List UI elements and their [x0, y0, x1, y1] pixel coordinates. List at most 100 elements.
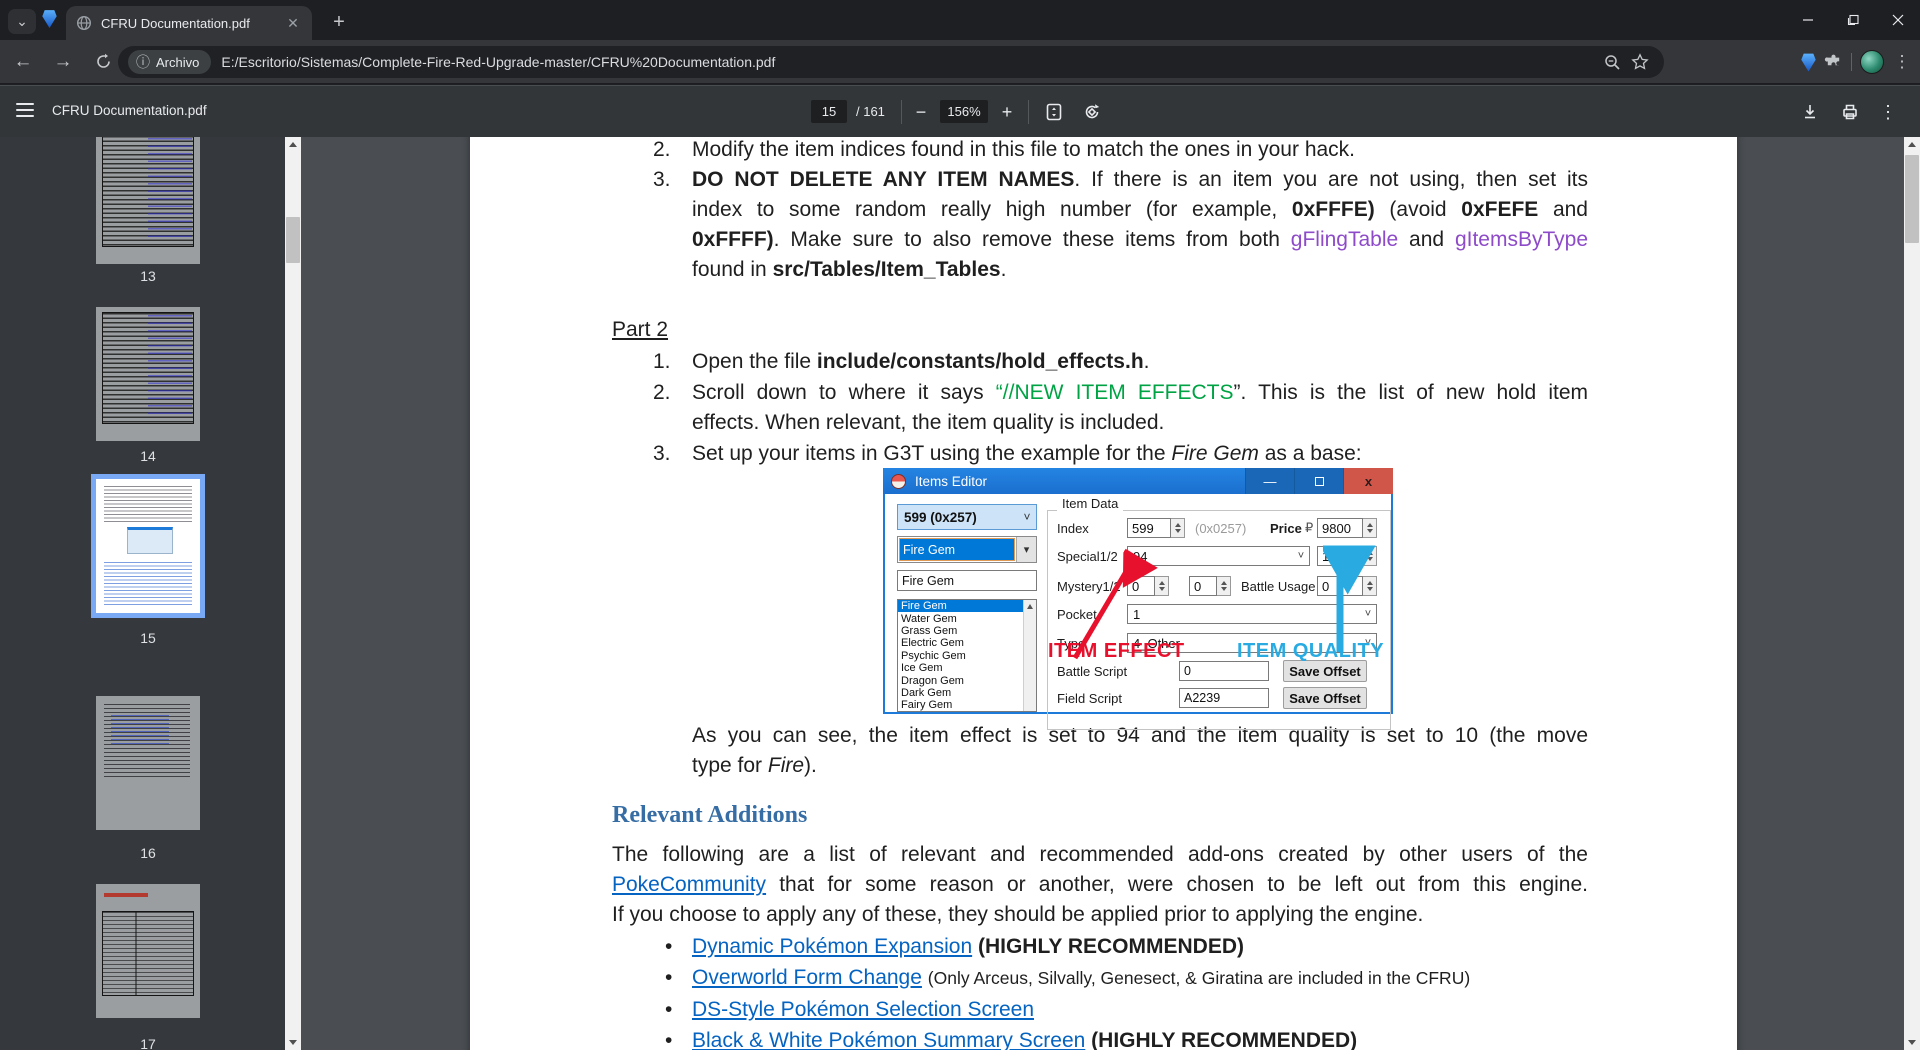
sidebar-scrollbar-thumb[interactable] — [286, 217, 300, 263]
tab-close-icon[interactable]: ✕ — [284, 14, 302, 32]
reload-button[interactable] — [86, 45, 120, 79]
page-thumbnail[interactable] — [96, 696, 200, 830]
chevron-down-icon: ˅ — [1293, 550, 1309, 562]
gem-list-item[interactable]: Ice Gem — [898, 662, 1023, 674]
doc-text: that for some reason or another, were ch… — [766, 873, 1588, 896]
pdf-page: 2.Modify the item indices found in this … — [470, 137, 1737, 1050]
gem-list-item[interactable]: Fairy Gem — [898, 699, 1023, 711]
mystery2-spinner[interactable]: 0 — [1189, 576, 1231, 596]
doc-line: 3. — [653, 440, 671, 467]
zoom-out-button[interactable]: − — [905, 96, 937, 128]
index-spinner[interactable]: 599 — [1127, 518, 1185, 538]
window-close-button[interactable] — [1875, 0, 1920, 40]
scroll-down-icon[interactable] — [285, 1035, 301, 1050]
spinner-arrows-icon[interactable] — [1217, 576, 1231, 596]
window-minimize-button[interactable] — [1785, 0, 1830, 40]
doc-link[interactable]: Overworld Form Change — [692, 966, 922, 989]
save-offset-button[interactable]: Save Offset — [1283, 660, 1367, 682]
page-thumbnail[interactable] — [96, 884, 200, 1018]
gem-list-item[interactable]: Water Gem — [898, 612, 1023, 624]
item-effect-annotation: ITEM EFFECT — [1048, 640, 1185, 663]
doc-line: Part 2 — [612, 316, 668, 343]
forward-button[interactable]: → — [46, 45, 80, 79]
spinner-arrows-icon[interactable] — [1363, 576, 1377, 596]
special-dropdown[interactable]: 94 ˅ — [1127, 546, 1310, 566]
doc-link[interactable]: DS-Style Pokémon Selection Screen — [692, 998, 1034, 1021]
pocket-dropdown[interactable]: 1 ˅ — [1127, 604, 1377, 624]
zoom-level-input[interactable]: 156% — [940, 100, 988, 123]
spinner-arrows-icon[interactable] — [1363, 518, 1377, 538]
url-bar[interactable]: ⓘ Archivo E:/Escritorio/Sistemas/Complet… — [118, 46, 1664, 78]
doc-link[interactable]: PokeCommunity — [612, 873, 766, 896]
gem-listbox[interactable]: Fire GemWater GemGrass GemElectric GemPs… — [897, 599, 1037, 712]
save-offset-button[interactable]: Save Offset — [1283, 687, 1367, 709]
mystery1-spinner[interactable]: 0 — [1127, 576, 1169, 596]
window-maximize-button[interactable] — [1830, 0, 1875, 40]
doc-line: Modify the item indices found in this fi… — [692, 137, 1588, 163]
extensions-puzzle-icon[interactable] — [1824, 50, 1843, 74]
print-icon[interactable] — [1834, 96, 1866, 128]
battle-script-field[interactable]: 0 — [1179, 661, 1269, 681]
gem-list-item[interactable]: Dark Gem — [898, 687, 1023, 699]
zoom-in-button[interactable]: + — [991, 96, 1023, 128]
new-tab-button[interactable]: + — [326, 9, 352, 35]
item-name-field[interactable]: Fire Gem — [897, 570, 1037, 591]
editor-minimize-button[interactable]: — — [1245, 468, 1294, 494]
price-spinner[interactable]: 9800 — [1317, 518, 1377, 538]
extension-pin-icon[interactable] — [1801, 53, 1816, 72]
doc-text: (avoid — [1375, 198, 1462, 221]
page-thumbnail[interactable] — [96, 137, 200, 264]
item-name-combo[interactable]: Fire Gem ▾ — [897, 536, 1037, 563]
tab-search-button[interactable]: ⌄ — [8, 9, 36, 34]
listbox-scrollbar[interactable] — [1023, 600, 1036, 711]
rotate-button[interactable] — [1076, 96, 1108, 128]
scroll-up-icon[interactable] — [285, 137, 301, 152]
spinner-arrows-icon[interactable] — [1363, 546, 1377, 566]
chevron-down-icon[interactable]: ▾ — [1016, 537, 1036, 562]
doc-line: DS-Style Pokémon Selection Screen — [692, 996, 1034, 1023]
gem-list-item[interactable]: Psychic Gem — [898, 650, 1023, 662]
gem-list-item[interactable]: Electric Gem — [898, 637, 1023, 649]
browser-menu-icon[interactable]: ⋮ — [1892, 52, 1912, 72]
gem-list-item[interactable]: Grass Gem — [898, 625, 1023, 637]
pdf-menu-kebab-icon[interactable]: ⋮ — [1872, 96, 1904, 128]
page-thumbnail[interactable] — [96, 479, 200, 613]
editor-maximize-button[interactable] — [1294, 468, 1343, 494]
profile-avatar[interactable] — [1860, 50, 1884, 74]
back-button[interactable]: ← — [6, 45, 40, 79]
field-script-field[interactable]: A2239 — [1179, 688, 1269, 708]
page-number-input[interactable]: 15 — [811, 100, 847, 123]
scroll-down-icon[interactable] — [1904, 1035, 1920, 1050]
scroll-up-icon[interactable] — [1904, 137, 1920, 152]
main-scrollbar-thumb[interactable] — [1905, 155, 1919, 243]
sidebar-scrollbar[interactable] — [285, 137, 301, 1050]
gem-list-item[interactable]: Fire Gem — [898, 600, 1023, 612]
item-index-combo[interactable]: 599 (0x257) ˅ — [897, 504, 1037, 530]
gem-list-item[interactable]: Dragon Gem — [898, 674, 1023, 686]
doc-link[interactable]: Dynamic Pokémon Expansion — [692, 935, 972, 958]
editor-close-button[interactable]: x — [1343, 468, 1393, 494]
spinner-arrows-icon[interactable] — [1171, 518, 1185, 538]
index-hex-label: (0x0257) — [1195, 521, 1246, 536]
bookmark-star-icon[interactable] — [1626, 48, 1654, 76]
item-name-combo-value: Fire Gem — [900, 539, 1014, 560]
doc-text: 0xFFFE) — [1292, 198, 1375, 221]
doc-line: Black & White Pokémon Summary Screen (HI… — [692, 1027, 1357, 1050]
active-tab[interactable]: CFRU Documentation.pdf ✕ — [66, 6, 312, 40]
battle-usage-spinner[interactable]: 0 — [1317, 576, 1377, 596]
pdf-menu-icon[interactable] — [16, 103, 34, 117]
fit-page-button[interactable] — [1038, 96, 1070, 128]
site-info-chip[interactable]: ⓘ Archivo — [128, 50, 211, 74]
page-thumbnail[interactable] — [96, 307, 200, 441]
doc-text: If you choose to apply any of these, the… — [612, 903, 1423, 926]
doc-text: Set up your items in G3T using the examp… — [692, 442, 1171, 465]
main-scrollbar[interactable] — [1904, 137, 1920, 1050]
url-text[interactable]: E:/Escritorio/Sistemas/Complete-Fire-Red… — [221, 54, 1598, 70]
zoom-indicator-icon[interactable] — [1598, 48, 1626, 76]
doc-link[interactable]: Black & White Pokémon Summary Screen — [692, 1029, 1085, 1050]
pinned-tab-icon[interactable] — [42, 9, 57, 28]
doc-text: Relevant Additions — [612, 802, 807, 828]
spinner-arrows-icon[interactable] — [1155, 576, 1169, 596]
download-icon[interactable] — [1794, 96, 1826, 128]
quality-spinner[interactable]: 10 — [1317, 546, 1377, 566]
